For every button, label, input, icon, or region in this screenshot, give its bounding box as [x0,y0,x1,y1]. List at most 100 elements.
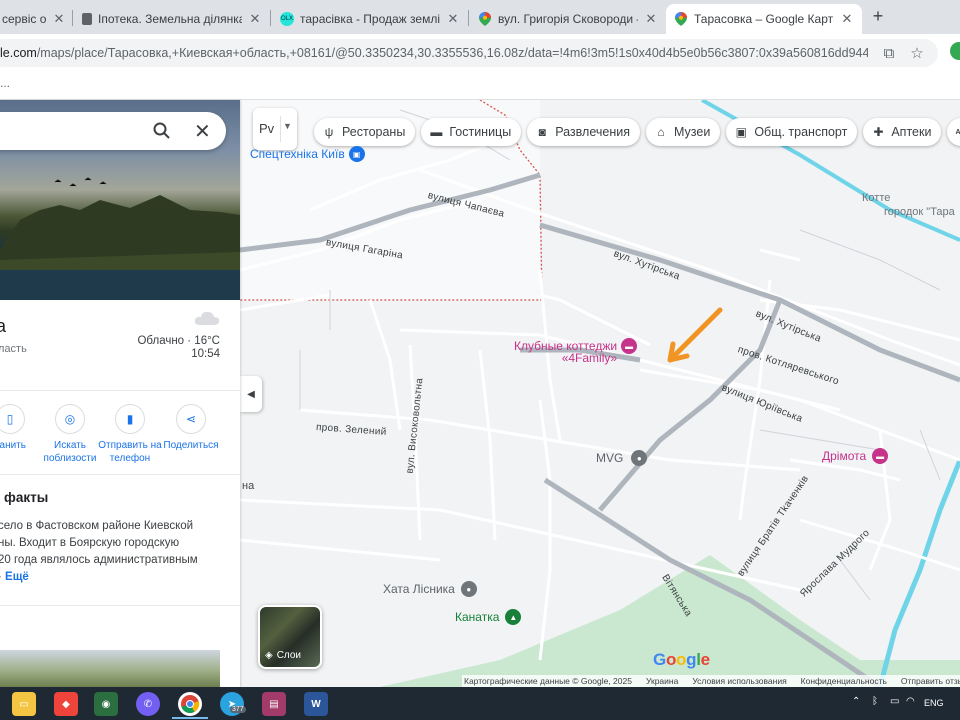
footer-copyright: Картографические данные © Google, 2025 [464,676,632,686]
chip-atm[interactable]: ATMБа [947,118,960,146]
poi-mvg[interactable]: MVG ● [596,450,648,466]
more-link[interactable]: Ещё [5,571,29,583]
google-maps-icon [478,12,492,26]
place-photo-2[interactable] [0,650,220,687]
chip-hotels[interactable]: ▬ Гостиницы [421,118,522,146]
wifi-icon[interactable]: ◠ [906,696,915,707]
language-indicator[interactable]: ENG [924,698,944,708]
poi-label: MVG [596,451,624,465]
close-icon[interactable]: ✕ [446,11,460,27]
poi-drimota[interactable]: Дрімота ▬ [822,448,889,464]
close-icon[interactable]: ✕ [840,11,854,27]
layers-label-row: ◈ Слои [265,650,301,661]
footer-country[interactable]: Украина [646,676,678,686]
file-explorer-icon[interactable]: ▭ [12,692,36,716]
close-icon[interactable]: ✕ [248,11,262,27]
tab-title: Іпотека. Земельна ділянка заг [98,12,242,26]
battery-icon[interactable]: ▭ [890,696,899,707]
share-icon: ⋖ [176,404,206,434]
label-cottage-town-2: городок "Тара [884,206,955,218]
divider [0,474,240,475]
museum-icon: ⌂ [657,125,665,139]
chip-pharmacies[interactable]: ✚ Аптеки [863,118,942,146]
map-type-toggle[interactable]: Рv ▼ [253,108,297,150]
chip-label: Развлечения [555,125,630,139]
label-cottage-town: Котте [862,192,891,204]
location-pin-icon: ● [460,581,477,597]
tab-4-active[interactable]: Тарасовка – Google Карты ✕ [666,4,862,34]
tab-3[interactable]: вул. Григорія Сковороди – Go ✕ [470,4,666,34]
tab-separator [72,10,73,26]
facts-line: село в Фастовском районе Киевской [0,520,194,532]
action-label: Отправить на телефон [98,440,162,464]
chrome-icon[interactable] [178,692,202,716]
layers-button[interactable]: ◈ Слои [258,605,322,669]
bookmark-star-icon[interactable]: ☆ [908,45,926,63]
tab-strip: сервіс он ✕ Іпотека. Земельна ділянка за… [0,0,960,34]
tab-0[interactable]: сервіс он ✕ [0,4,74,34]
send-to-phone-action[interactable]: ▮ Отправить на телефон [95,404,165,465]
chip-label: Рестораны [342,125,406,139]
winrar-icon[interactable]: ▤ [262,692,286,716]
dropdown-arrow-icon[interactable]: ▼ [283,121,292,131]
poi-spectehnika[interactable]: Спецтехніка Київ ▣ [250,146,365,162]
poi-label: Канатка [455,610,500,624]
search-box[interactable]: ✕ [0,112,226,150]
install-app-icon[interactable]: ⧉ [880,45,898,63]
place-panel: ✕ а ласть Облачно · 16°C 10:54 ▯ ранить … [0,100,240,687]
url-text[interactable]: le.com/maps/place/Тарасовка,+Киевская+об… [0,46,868,60]
chevron-right-icon: · [0,571,2,583]
chip-transport[interactable]: ▣ Общ. транспорт [726,118,858,146]
bookmarks-overflow[interactable]: ... [0,76,10,90]
map-canvas[interactable]: Рv ▼ ψ Рестораны ▬ Гостиницы ◙ Развлечения … [240,100,960,687]
chevron-up-icon[interactable]: ⌃ [852,696,860,707]
close-icon[interactable]: ✕ [194,119,211,144]
chip-museums[interactable]: ⌂ Музеи [645,118,721,146]
place-subtitle: ласть [0,343,27,355]
search-icon[interactable] [152,121,172,141]
poi-hata-lisnyka[interactable]: Хата Лісника ● [383,581,477,597]
tab-separator [270,10,271,26]
camera-icon: ◙ [538,125,546,139]
tab-title: Тарасовка – Google Карты [694,12,834,26]
action-row: ▯ ранить ◎ Искать поблизости ▮ Отправить… [0,404,240,474]
tab-1[interactable]: Іпотека. Земельна ділянка заг ✕ [74,4,270,34]
footer-feedback[interactable]: Отправить отзыв [901,676,960,686]
poi-club-cottages[interactable]: Клубные коттеджи ▬ «4Family» [514,338,638,365]
footer-privacy[interactable]: Конфиденциальность [801,676,887,686]
tab-2[interactable]: OLX тарасівка - Продаж землі Київ ✕ [272,4,468,34]
hotel-icon: ▬ [872,448,889,464]
url-host: le.com [0,46,37,60]
google-maps-icon [674,12,688,26]
label-partial: на [242,480,255,492]
anydesk-icon[interactable]: ◆ [54,692,78,716]
shop-icon: ▣ [348,146,365,162]
taskbar: ▭ ◆ ◉ ✆ ➤ 377 ▤ W ⌃ ᛒ ▭ ◠ ENG [0,687,960,720]
close-icon[interactable]: ✕ [52,11,66,27]
facts-heading: факты [4,490,49,505]
share-action[interactable]: ⋖ Поделиться [156,404,226,452]
bus-icon: ▣ [735,125,747,139]
address-bar[interactable]: le.com/maps/place/Тарасовка,+Киевская+об… [0,39,938,67]
weather-text: Облачно · 16°C [137,335,220,347]
footer-terms[interactable]: Условия использования [692,676,786,686]
new-tab-button[interactable]: + [868,6,888,26]
bluetooth-icon[interactable]: ᛒ [872,696,878,707]
app-icon[interactable]: ◉ [94,692,118,716]
poi-kanatka[interactable]: Канатка ▲ [455,609,522,625]
word-icon[interactable]: W [304,692,328,716]
chip-label: Музеи [673,125,711,139]
poi-label: Дрімота [822,449,867,463]
viber-icon[interactable]: ✆ [136,692,160,716]
chip-entertainment[interactable]: ◙ Развлечения [527,118,640,146]
chip-restaurants[interactable]: ψ Рестораны [314,118,416,146]
collapse-panel-button[interactable]: ◀ [240,376,262,412]
poi-label: Спецтехніка Київ [250,147,345,161]
divider [0,605,240,606]
close-icon[interactable]: ✕ [644,11,658,27]
map-footer: Картографические данные © Google, 2025 У… [462,675,960,687]
layers-icon: ◈ [265,650,273,661]
chip-label: Аптеки [891,125,932,139]
bed-icon: ▬ [430,125,443,139]
tab-separator [468,10,469,26]
